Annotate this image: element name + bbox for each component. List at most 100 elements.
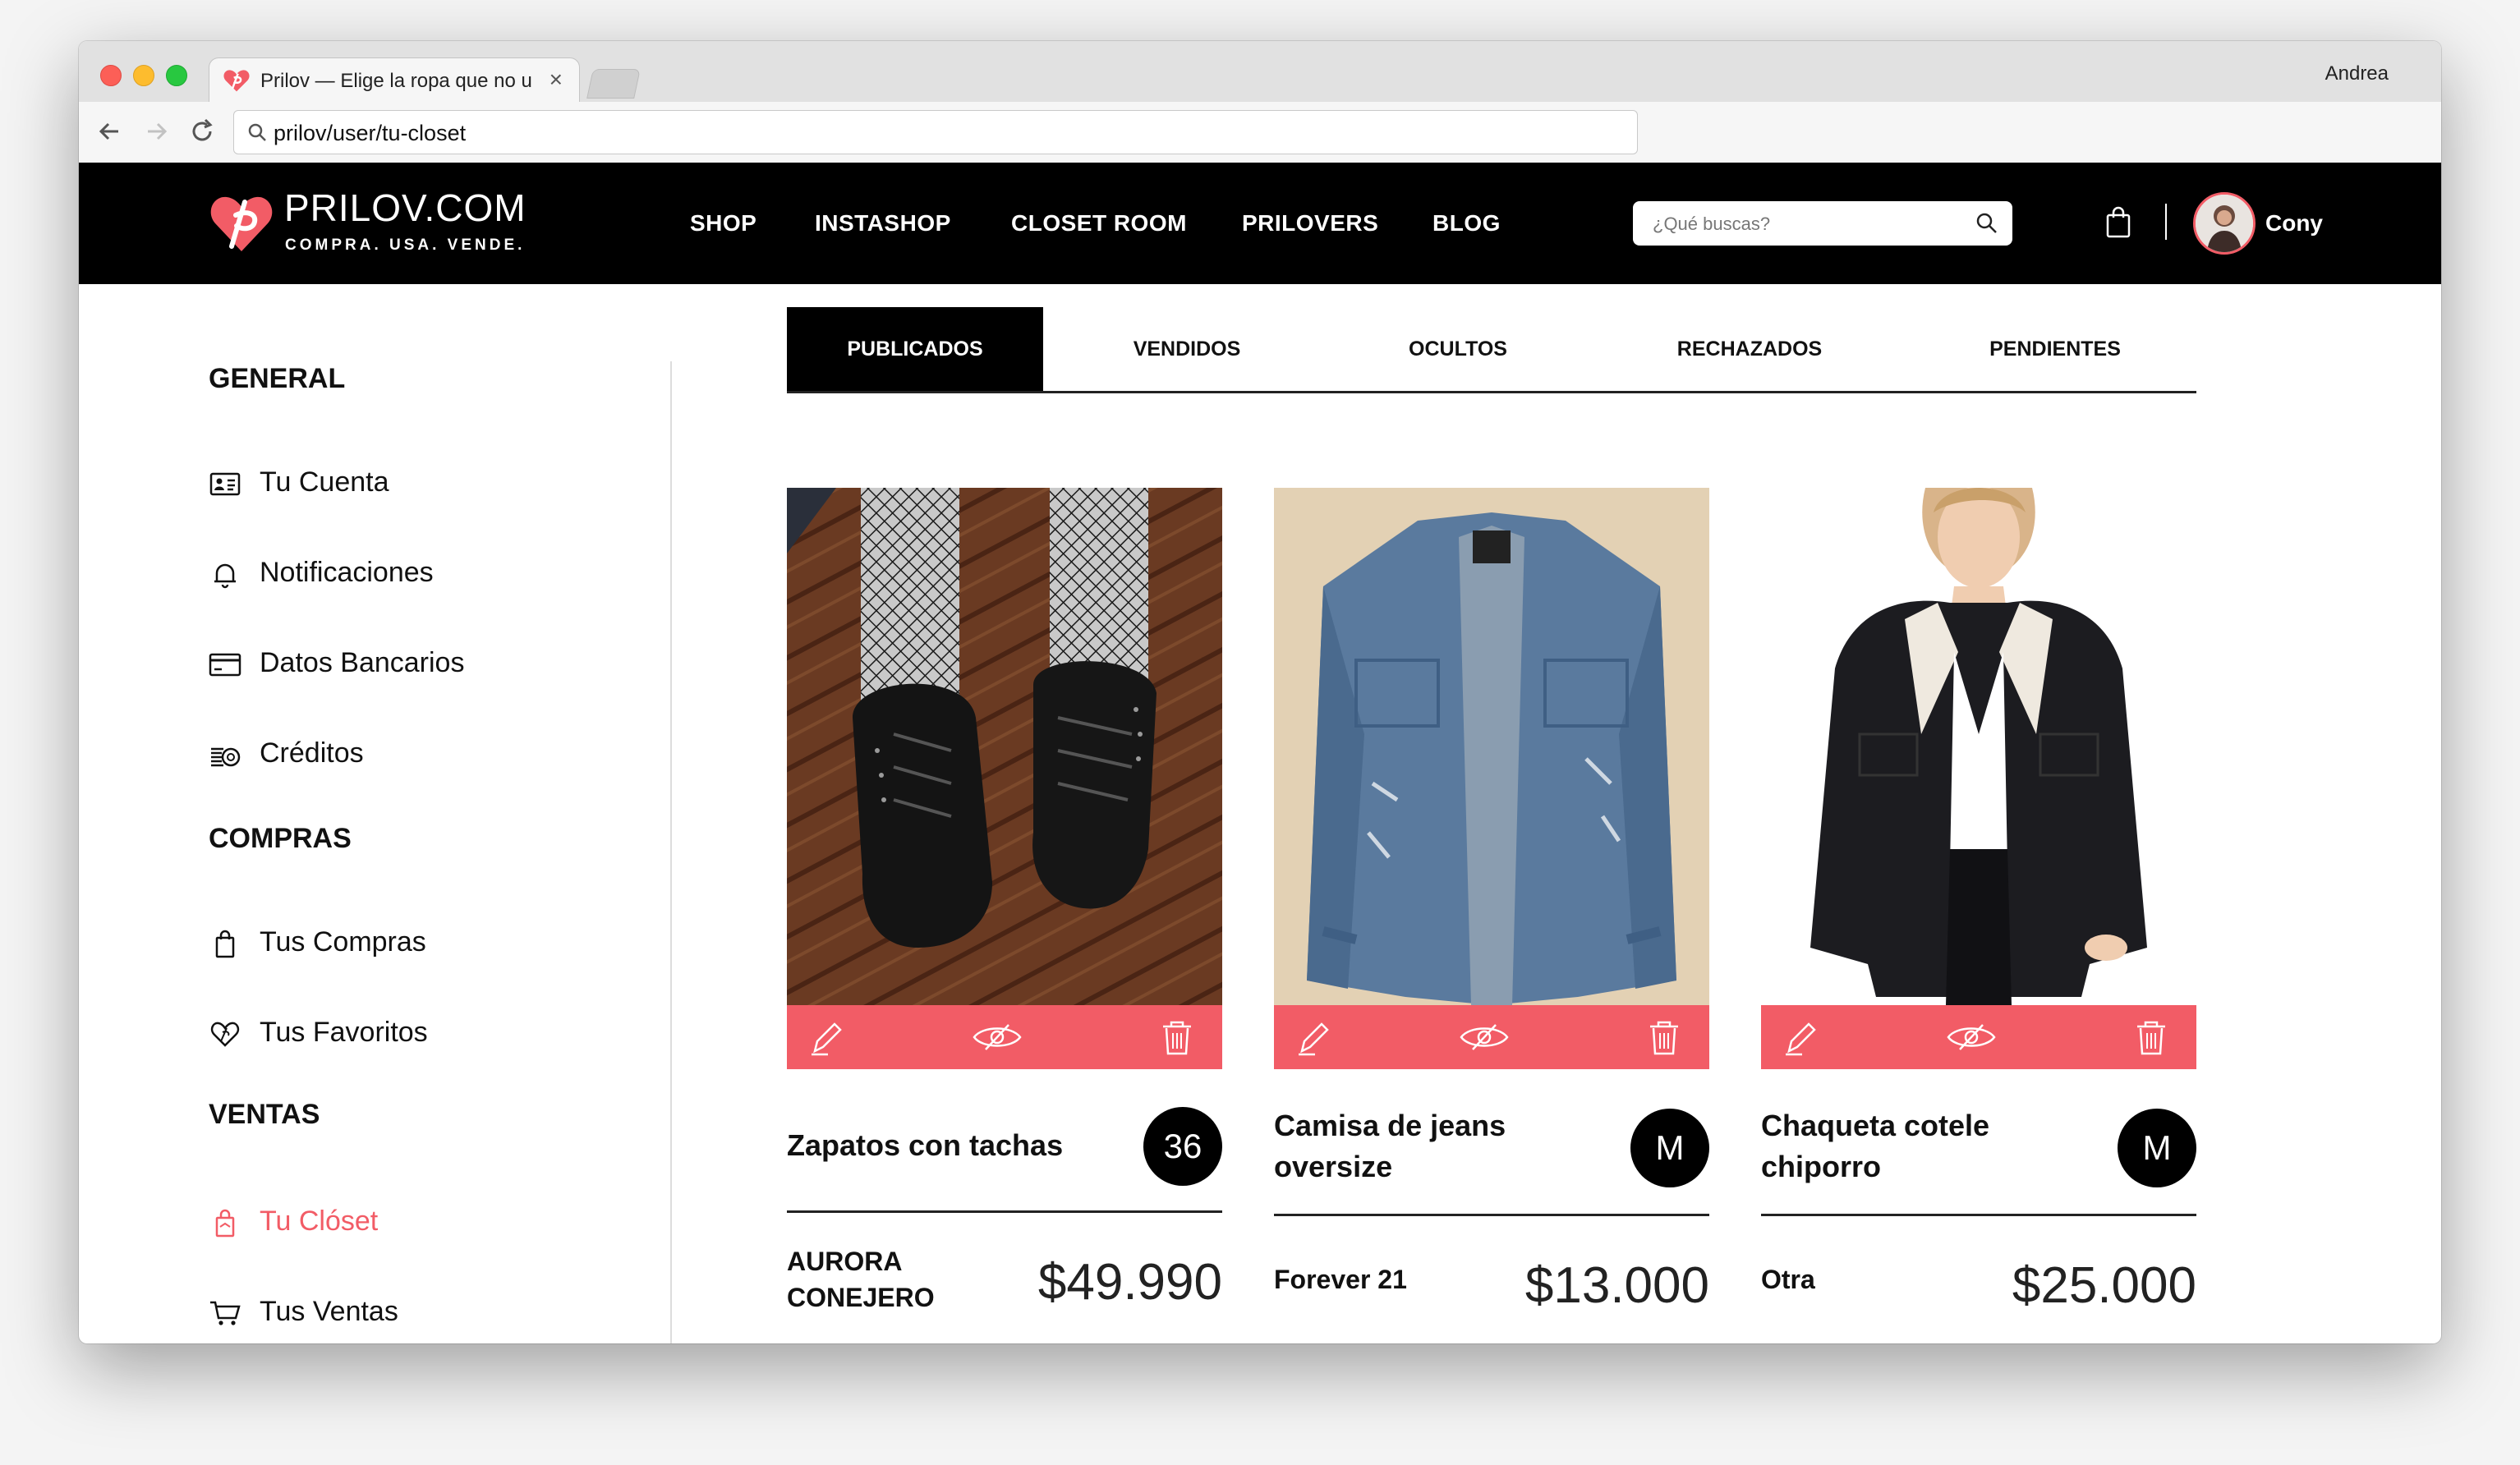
- prilov-heart-logo-icon[interactable]: [209, 191, 274, 256]
- sidebar-item-tu-closet[interactable]: Tu Clóset: [209, 1202, 636, 1243]
- maximize-window-button[interactable]: [166, 65, 187, 86]
- product-card[interactable]: Zapatos con tachas 36 AURORA CONEJERO $4…: [787, 488, 1222, 1343]
- close-window-button[interactable]: [100, 65, 122, 86]
- cart-icon: [210, 1301, 241, 1325]
- product-price: $25.000: [2012, 1257, 2196, 1314]
- tab-title: Prilov — Elige la ropa que no u: [260, 70, 531, 92]
- product-image[interactable]: [1274, 488, 1709, 1005]
- card-divider: [1761, 1214, 2196, 1216]
- nav-instashop[interactable]: INSTASHOP: [815, 210, 951, 237]
- product-image[interactable]: [1761, 488, 2196, 1005]
- product-price: $13.000: [1524, 1257, 1709, 1314]
- credit-card-icon: [209, 653, 241, 677]
- tab-ocultos[interactable]: OCULTOS: [1355, 307, 1561, 391]
- eye-off-icon[interactable]: [1945, 1017, 1998, 1058]
- logo-name[interactable]: PRILOV.COM: [284, 186, 527, 230]
- browser-tab[interactable]: Prilov — Elige la ropa que no u ×: [209, 57, 580, 103]
- header-divider: [2165, 204, 2167, 240]
- logo-tagline: COMPRA. USA. VENDE.: [285, 237, 526, 254]
- browser-toolbar: prilov/user/tu-closet: [79, 102, 2441, 163]
- pencil-icon[interactable]: [805, 1017, 846, 1058]
- sidebar-item-label: Tu Cuenta: [260, 466, 389, 498]
- size-badge: M: [2118, 1109, 2196, 1187]
- closet-tabs: PUBLICADOS VENDIDOS OCULTOS RECHAZADOS P…: [787, 307, 2196, 393]
- pencil-icon[interactable]: [1292, 1017, 1333, 1058]
- heart-icon: [210, 1022, 240, 1047]
- size-badge: M: [1630, 1109, 1709, 1187]
- tab-vendidos[interactable]: VENDIDOS: [1084, 307, 1290, 391]
- nav-prilovers[interactable]: PRILOVERS: [1242, 210, 1378, 237]
- eye-off-icon[interactable]: [1458, 1017, 1511, 1058]
- tab-rechazados[interactable]: RECHAZADOS: [1626, 307, 1873, 391]
- nav-blog[interactable]: BLOG: [1432, 210, 1501, 237]
- trash-icon[interactable]: [1644, 1017, 1685, 1058]
- sidebar-item-tus-compras[interactable]: Tus Compras: [209, 923, 636, 964]
- size-badge: 36: [1143, 1107, 1222, 1186]
- card-divider: [1274, 1214, 1709, 1216]
- search-icon[interactable]: [1975, 211, 1999, 236]
- tab-close-icon[interactable]: ×: [550, 67, 563, 93]
- search-icon: [248, 123, 266, 141]
- product-title[interactable]: Camisa de jeans oversize: [1274, 1105, 1619, 1187]
- card-divider: [787, 1210, 1222, 1213]
- sidebar-item-tus-ventas[interactable]: Tus Ventas: [209, 1293, 636, 1334]
- product-brand: Forever 21: [1274, 1265, 1407, 1294]
- product-brand: Otra: [1761, 1265, 1815, 1294]
- product-actions: [1761, 1005, 2196, 1069]
- sidebar-item-datos-bancarios[interactable]: Datos Bancarios: [209, 644, 636, 685]
- product-title[interactable]: Zapatos con tachas: [787, 1125, 1132, 1166]
- product-actions: [787, 1005, 1222, 1069]
- trash-icon[interactable]: [2131, 1017, 2172, 1058]
- section-title-ventas: VENTAS: [209, 1099, 320, 1130]
- sidebar-item-label: Tus Favoritos: [260, 1017, 428, 1048]
- product-card[interactable]: Camisa de jeans oversize M Forever 21 $1…: [1274, 488, 1709, 1343]
- search-input[interactable]: [1651, 201, 1966, 247]
- id-card-icon: [209, 472, 241, 496]
- product-card[interactable]: Chaqueta cotele chiporro M Otra $25.000: [1761, 488, 2196, 1343]
- sidebar-divider: [670, 361, 672, 1343]
- section-title-general: GENERAL: [209, 363, 346, 394]
- coins-icon: [211, 747, 241, 767]
- product-actions: [1274, 1005, 1709, 1069]
- pencil-icon[interactable]: [1779, 1017, 1820, 1058]
- sidebar-item-label: Tu Clóset: [260, 1206, 379, 1237]
- browser-window: Prilov — Elige la ropa que no u × Andrea…: [79, 41, 2441, 1343]
- prilov-favicon-icon: [223, 70, 250, 92]
- bell-icon: [214, 563, 236, 589]
- hanger-bag-icon: [215, 1209, 235, 1238]
- trash-icon[interactable]: [1157, 1017, 1198, 1058]
- sidebar-item-label: Notificaciones: [260, 557, 434, 588]
- sidebar-item-creditos[interactable]: Créditos: [209, 734, 636, 775]
- section-title-compras: COMPRAS: [209, 823, 352, 854]
- product-image[interactable]: [787, 488, 1222, 1005]
- tab-pendientes[interactable]: PENDIENTES: [1932, 307, 2178, 391]
- sidebar-item-label: Tus Compras: [260, 926, 426, 958]
- nav-shop[interactable]: SHOP: [690, 210, 756, 237]
- avatar[interactable]: [2193, 192, 2256, 255]
- browser-titlebar: Prilov — Elige la ropa que no u × Andrea: [79, 41, 2441, 103]
- site-header: PRILOV.COM COMPRA. USA. VENDE. SHOP INST…: [79, 163, 2441, 284]
- product-price: $49.990: [1037, 1254, 1222, 1311]
- minimize-window-button[interactable]: [133, 65, 154, 86]
- shopping-bag-icon: [215, 930, 235, 958]
- eye-off-icon[interactable]: [971, 1017, 1023, 1058]
- nav-closet-room[interactable]: CLOSET ROOM: [1011, 210, 1187, 237]
- sidebar-item-label: Créditos: [260, 737, 364, 769]
- reload-icon[interactable]: [186, 115, 218, 148]
- url-text: prilov/user/tu-closet: [274, 121, 467, 145]
- product-brand: AURORA CONEJERO: [787, 1247, 935, 1312]
- tab-publicados[interactable]: PUBLICADOS: [787, 307, 1043, 391]
- address-bar[interactable]: prilov/user/tu-closet: [233, 110, 1638, 154]
- shopping-bag-icon[interactable]: [2104, 205, 2132, 238]
- browser-profile-name[interactable]: Andrea: [2325, 62, 2389, 85]
- sidebar-item-label: Tus Ventas: [260, 1296, 398, 1327]
- forward-arrow-icon[interactable]: [140, 115, 172, 148]
- search-box: [1633, 201, 2012, 247]
- back-arrow-icon[interactable]: [94, 115, 126, 148]
- sidebar-item-tus-favoritos[interactable]: Tus Favoritos: [209, 1013, 636, 1054]
- user-name[interactable]: Cony: [2265, 210, 2323, 237]
- sidebar-item-tu-cuenta[interactable]: Tu Cuenta: [209, 463, 636, 504]
- sidebar-item-notificaciones[interactable]: Notificaciones: [209, 553, 636, 595]
- product-title[interactable]: Chaqueta cotele chiporro: [1761, 1105, 2106, 1187]
- new-tab-button[interactable]: [586, 69, 641, 99]
